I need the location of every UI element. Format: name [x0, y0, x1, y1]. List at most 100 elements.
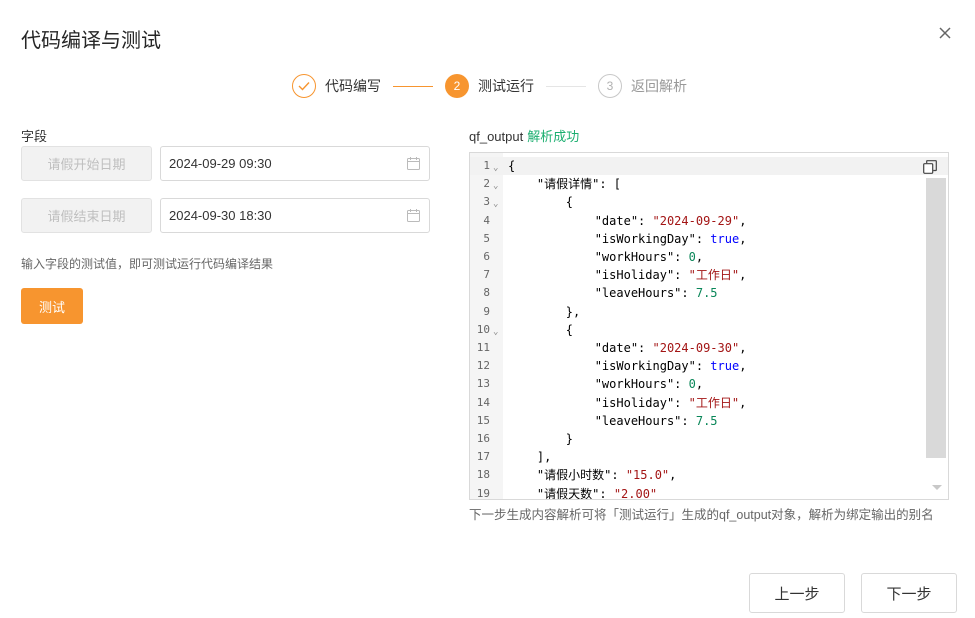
- code-token: "workHours":: [594, 250, 689, 264]
- line-number: 4: [483, 213, 490, 227]
- code-token: "isWorkingDay":: [594, 359, 711, 374]
- code-text: },: [508, 303, 580, 321]
- code-line: 13 "workHours": 0,: [470, 375, 948, 393]
- scroll-down-icon[interactable]: [932, 485, 942, 490]
- prev-step-button[interactable]: 上一步: [749, 573, 845, 613]
- code-text: "isWorkingDay": true,: [508, 230, 747, 248]
- line-number: 19: [476, 486, 490, 500]
- code-token: ,: [695, 250, 704, 264]
- code-text: "请假小时数": "15.0",: [508, 466, 677, 484]
- code-token: {: [508, 159, 516, 173]
- scrollbar-thumb[interactable]: [926, 178, 946, 458]
- line-number: 7: [483, 268, 490, 282]
- code-line: 14 "isHoliday": "工作日",: [470, 394, 948, 412]
- line-number: 9: [483, 304, 490, 318]
- code-text: "leaveHours": 7.5: [508, 412, 718, 430]
- start-date-value: 2024-09-29 09:30: [169, 156, 272, 171]
- code-line: 9 },: [470, 303, 948, 321]
- code-token: "leaveHours":: [594, 286, 696, 301]
- code-token: 7.5: [695, 286, 718, 301]
- code-text: "请假天数": "2.00": [508, 485, 657, 500]
- line-number: 10: [476, 322, 490, 336]
- code-output-editor[interactable]: 1 ⌄{2 ⌄ "请假详情": [3 ⌄ {4 "date": "2024-09-29…: [469, 152, 949, 500]
- code-token: "isWorkingDay":: [594, 231, 711, 246]
- code-text: }: [508, 430, 573, 448]
- calendar-icon[interactable]: [407, 157, 420, 170]
- code-token: "2024-09-30": [652, 341, 740, 355]
- code-line: 2 ⌄ "请假详情": [: [470, 175, 948, 193]
- code-token: "2024-09-29": [652, 213, 740, 228]
- code-token: ,: [695, 377, 704, 392]
- line-number: 3: [483, 195, 490, 209]
- step-number: 3: [598, 74, 622, 98]
- line-number: 13: [476, 377, 490, 391]
- code-token: "请假小时数":: [536, 468, 626, 483]
- code-line: 16 }: [470, 430, 948, 448]
- parse-description: 下一步生成内容解析可将「测试运行」生成的qf_output对象，解析为绑定输出的…: [469, 508, 934, 522]
- line-number: 6: [483, 250, 490, 263]
- code-token: "workHours":: [594, 377, 689, 392]
- end-date-value: 2024-09-30 18:30: [169, 208, 272, 223]
- start-date-input[interactable]: 2024-09-29 09:30: [160, 146, 430, 181]
- line-number: 12: [476, 359, 490, 373]
- code-text: "date": "2024-09-30",: [508, 339, 747, 357]
- line-number: 11: [476, 341, 490, 354]
- output-variable-name: qf_output: [469, 129, 524, 144]
- code-token: "请假详情": [: [536, 177, 622, 192]
- end-date-field-button[interactable]: 请假结束日期: [21, 198, 152, 233]
- code-token: ,: [739, 213, 747, 228]
- code-token: "date":: [594, 341, 653, 355]
- parse-status: 解析成功: [527, 129, 580, 144]
- code-text: {: [508, 321, 573, 339]
- code-text: "isWorkingDay": true,: [508, 357, 747, 375]
- code-token: "工作日": [688, 268, 740, 283]
- line-number: 17: [476, 450, 490, 464]
- step-code-writing: 代码编写: [292, 74, 381, 98]
- code-token: {: [565, 195, 574, 210]
- line-number: 15: [476, 413, 490, 427]
- code-token: true: [710, 231, 740, 246]
- code-token: true: [710, 359, 740, 374]
- code-token: ,: [739, 231, 747, 246]
- code-token: ,: [669, 468, 677, 483]
- code-token: ],: [536, 450, 552, 465]
- step-return-parse: 3 返回解析: [598, 74, 687, 98]
- line-number: 14: [476, 395, 490, 409]
- code-token: ,: [739, 395, 747, 410]
- code-token: "date":: [594, 213, 653, 228]
- close-icon[interactable]: [936, 24, 954, 42]
- code-text: {: [508, 193, 573, 211]
- test-button[interactable]: 测试: [21, 288, 83, 324]
- copy-icon[interactable]: [923, 160, 937, 174]
- code-text: "isHoliday": "工作日",: [508, 394, 747, 412]
- code-line: 10 ⌄ {: [470, 321, 948, 339]
- code-line: 5 "isWorkingDay": true,: [470, 230, 948, 248]
- code-token: "isHoliday":: [594, 268, 689, 283]
- step-label: 代码编写: [325, 78, 381, 94]
- line-number: 5: [483, 231, 490, 245]
- code-line: 18 "请假小时数": "15.0",: [470, 466, 948, 484]
- line-number: 2: [483, 177, 490, 191]
- line-number: 16: [476, 432, 490, 445]
- code-line: 7 "isHoliday": "工作日",: [470, 266, 948, 284]
- code-text: "请假详情": [: [508, 175, 621, 193]
- start-date-field-button[interactable]: 请假开始日期: [21, 146, 152, 181]
- code-token: ,: [739, 268, 747, 283]
- code-token: {: [565, 322, 574, 337]
- code-token: ,: [739, 341, 747, 355]
- code-token: "leaveHours":: [594, 413, 696, 428]
- end-date-input[interactable]: 2024-09-30 18:30: [160, 198, 430, 233]
- code-token: "请假天数":: [536, 486, 614, 500]
- step-label: 测试运行: [478, 78, 534, 94]
- dialog-title: 代码编译与测试: [21, 30, 161, 52]
- calendar-icon[interactable]: [407, 209, 420, 222]
- check-icon: [292, 74, 316, 98]
- code-line: 1 ⌄{: [470, 157, 948, 176]
- code-token: }: [565, 432, 574, 446]
- code-text: "workHours": 0,: [508, 375, 703, 393]
- stepper: 代码编写 2 测试运行 3 返回解析: [292, 74, 687, 98]
- next-step-button[interactable]: 下一步: [861, 573, 957, 613]
- code-token: "isHoliday":: [594, 395, 689, 410]
- step-connector: [546, 85, 586, 87]
- step-connector: [393, 85, 433, 87]
